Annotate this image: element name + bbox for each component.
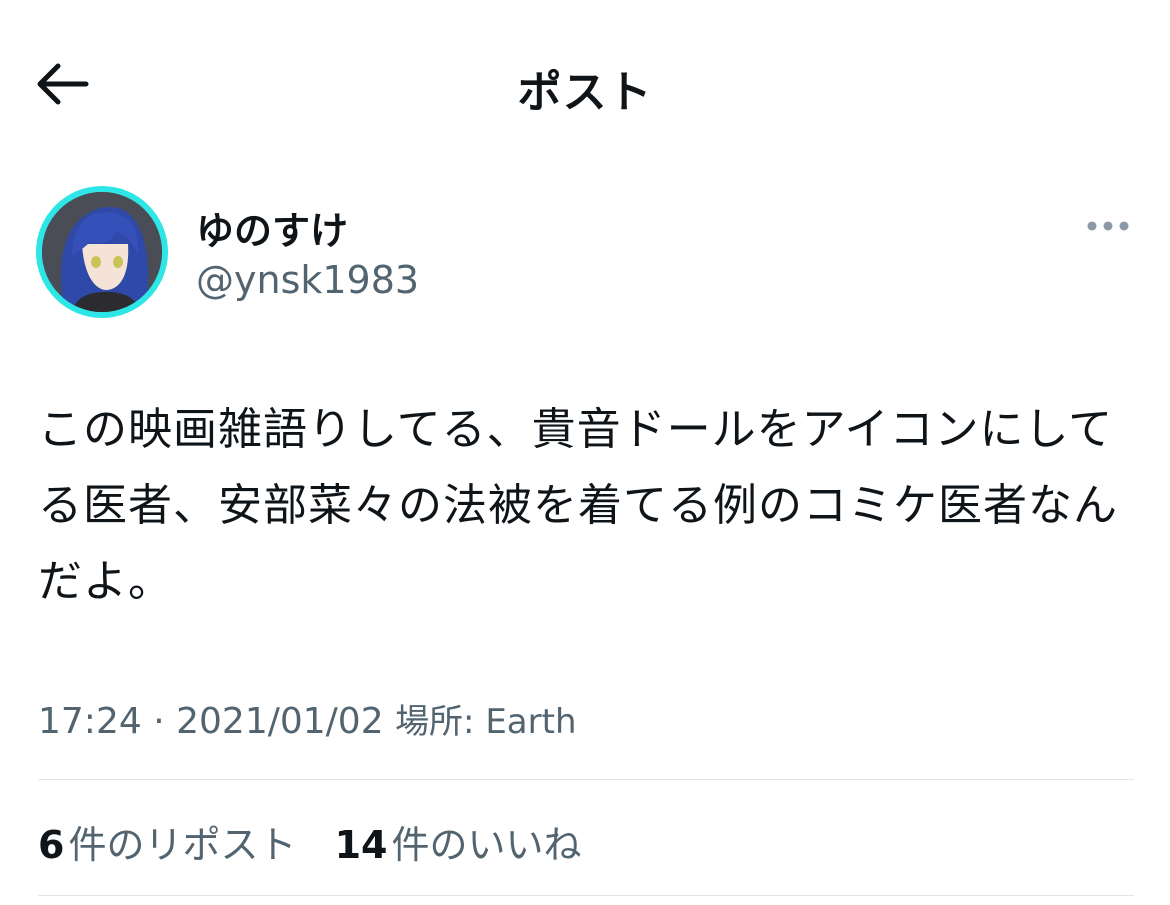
page-title: ポスト bbox=[517, 67, 653, 118]
engagement-stats: 6 件のリポスト 14 件のいいね bbox=[38, 814, 607, 869]
likes-count: 14 bbox=[334, 823, 388, 867]
avatar[interactable] bbox=[36, 186, 168, 318]
post-time: 17:24 bbox=[38, 701, 142, 742]
post-date: 2021/01/02 bbox=[176, 701, 384, 742]
more-button[interactable] bbox=[1080, 206, 1136, 246]
author-handle[interactable]: @ynsk1983 bbox=[196, 258, 419, 302]
post-location: 場所: Earth bbox=[395, 702, 577, 742]
divider bbox=[38, 895, 1134, 896]
post-text: この映画雑語りしてる、貴音ドールをアイコンにしてる医者、安部菜々の法被を着てる例… bbox=[38, 404, 1118, 607]
post-meta: 17:24 · 2021/01/02 場所: Earth bbox=[38, 694, 577, 743]
avatar-image bbox=[42, 192, 162, 312]
meta-separator: · bbox=[153, 701, 165, 742]
reposts-count: 6 bbox=[38, 823, 65, 867]
reposts-label: 件のリポスト bbox=[68, 823, 297, 867]
post-detail-screen: ポスト ゆのすけ @ynsk1983 この映画雑語りしてる、貴音ドールをアイコン… bbox=[0, 0, 1170, 905]
author-display-name[interactable]: ゆのすけ bbox=[196, 200, 348, 255]
likes-stat[interactable]: 14 件のいいね bbox=[335, 823, 582, 867]
likes-label: 件のいいね bbox=[391, 823, 582, 867]
more-horizontal-icon bbox=[1087, 221, 1129, 231]
divider bbox=[38, 779, 1134, 780]
reposts-stat[interactable]: 6 件のリポスト bbox=[38, 823, 296, 867]
